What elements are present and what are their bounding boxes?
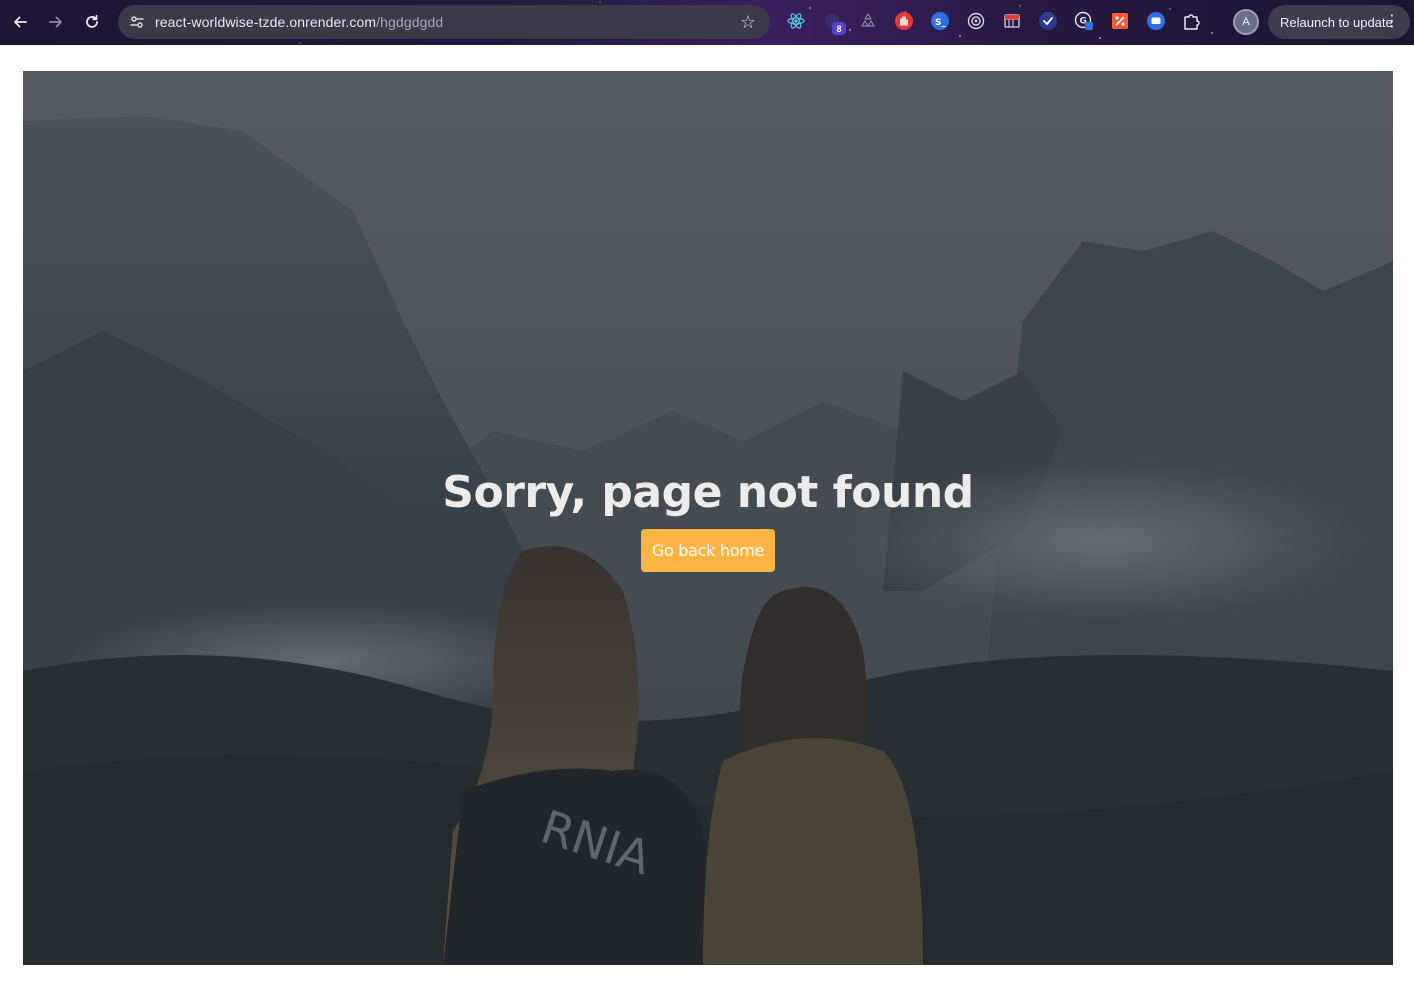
puzzle-icon[interactable] [1181,10,1203,32]
reload-icon [86,14,98,28]
forward-button[interactable] [42,8,70,36]
hero-section: RNIA Sorry, page not found Go back home [23,71,1393,965]
page-viewport: RNIA Sorry, page not found Go back home [0,45,1414,991]
svg-text:S_: S_ [935,18,946,28]
site-info-icon[interactable] [120,14,154,30]
arrow-left-icon [14,16,27,28]
arrow-right-icon [49,16,62,28]
chat-icon[interactable] [1145,10,1167,32]
bookmark-star-icon[interactable]: ☆ [740,12,756,32]
url-text[interactable]: react-worldwise-tzde.onrender.com/hgdgdg… [155,14,443,30]
recycle-icon[interactable] [857,10,879,32]
translate-icon[interactable]: G [1073,10,1095,32]
url-path: /hgdgdgdd [376,14,444,30]
more-menu-icon[interactable]: ⋮ [1384,12,1400,32]
target-icon[interactable] [965,10,987,32]
browser-toolbar: react-worldwise-tzde.onrender.com/hgdgdg… [0,0,1414,45]
address-bar[interactable]: react-worldwise-tzde.onrender.com/hgdgdg… [118,5,770,39]
relaunch-update-button[interactable]: Relaunch to update ⋮ [1268,5,1410,39]
page-title: Sorry, page not found [442,467,974,518]
reload-button[interactable] [78,8,106,36]
percent-tag-icon[interactable] [1109,10,1131,32]
url-host: react-worldwise-tzde.onrender.com [155,14,377,30]
screen-grid-icon[interactable] [1001,10,1023,32]
back-button[interactable] [6,8,34,36]
relaunch-label: Relaunch to update [1280,14,1393,30]
go-back-home-button[interactable]: Go back home [640,529,776,572]
check-badge-icon[interactable] [1037,10,1059,32]
not-found-content: Sorry, page not found Go back home [23,467,1393,572]
stop-hand-icon[interactable] [893,10,915,32]
terminal-extension-icon[interactable]: S_ [929,10,951,32]
extension-badge: 8 [832,22,846,35]
profile-avatar[interactable]: A [1233,9,1259,35]
react-devtools-icon[interactable] [785,10,807,32]
